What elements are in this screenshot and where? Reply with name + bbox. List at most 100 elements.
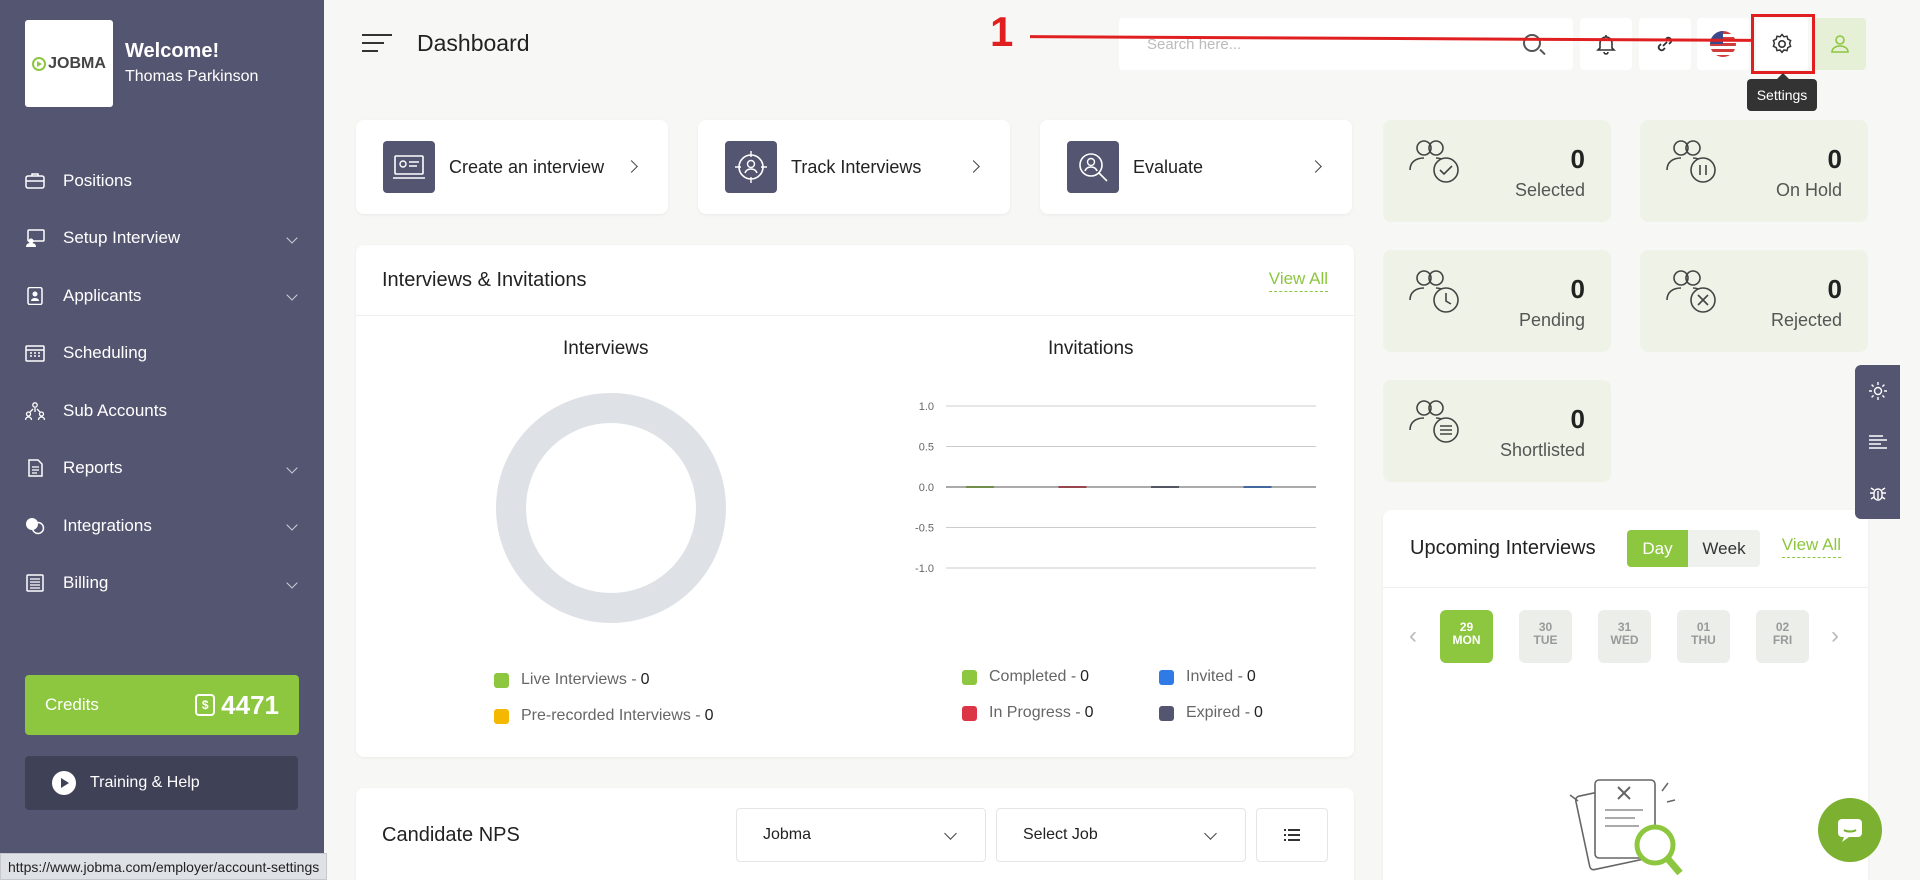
- evaluate-label: Evaluate: [1133, 156, 1204, 177]
- training-help-label: Training & Help: [90, 774, 200, 791]
- link-button[interactable]: [1639, 18, 1691, 70]
- welcome-text: Welcome!: [125, 40, 220, 62]
- legend-prerecorded-interviews: Pre-recorded Interviews - 0: [494, 707, 714, 725]
- annotation-highlight-box: [1751, 14, 1815, 74]
- chevron-down-icon: [1204, 827, 1217, 840]
- report-icon: [28, 459, 43, 477]
- sidebar-item-integrations[interactable]: Integrations: [0, 497, 324, 555]
- date-pill[interactable]: 31 WED: [1598, 610, 1651, 663]
- divider: [356, 315, 1354, 316]
- search-icon[interactable]: [1523, 34, 1541, 52]
- theme-toggle-button[interactable]: [1855, 365, 1900, 416]
- list-icon: [1284, 829, 1300, 841]
- users-pause-icon: [1666, 140, 1716, 183]
- menu-toggle-icon[interactable]: [362, 34, 392, 52]
- chevron-right-icon: [625, 160, 638, 173]
- list-view-button[interactable]: [1256, 808, 1328, 862]
- date-pill[interactable]: 29 MON: [1440, 610, 1493, 663]
- coin-icon: $: [195, 694, 216, 716]
- date-pill[interactable]: 02 FRI: [1756, 610, 1809, 663]
- search-input[interactable]: Search here...: [1119, 18, 1573, 70]
- sidebar-item-setup-interview[interactable]: Setup Interview: [0, 210, 324, 268]
- evaluate-card[interactable]: Evaluate: [1040, 120, 1352, 214]
- chat-button[interactable]: [1818, 798, 1882, 862]
- id-badge-icon: [27, 286, 43, 305]
- chevron-down-icon: [944, 827, 957, 840]
- us-flag-icon: [1710, 31, 1736, 57]
- stat-value: 0: [1570, 144, 1585, 174]
- legend-in-progress: In Progress - 0: [962, 704, 1094, 722]
- sidebar-item-billing[interactable]: Billing: [0, 555, 324, 613]
- chevron-down-icon: [286, 461, 298, 474]
- next-dates-arrow[interactable]: ›: [1831, 622, 1839, 650]
- stat-rejected[interactable]: 0 Rejected: [1640, 250, 1868, 352]
- training-help-button[interactable]: Training & Help: [25, 756, 298, 810]
- stat-label: On Hold: [1775, 180, 1842, 200]
- create-interview-icon: [383, 141, 435, 193]
- play-icon: [52, 771, 76, 795]
- sidebar-item-label: Integrations: [63, 515, 152, 535]
- link-icon: [1657, 36, 1673, 52]
- sidebar-item-applicants[interactable]: Applicants: [0, 267, 324, 325]
- users-clock-icon: [1409, 270, 1459, 313]
- y-tick-label: -1.0: [915, 563, 934, 575]
- sidebar-item-positions[interactable]: Positions: [0, 152, 324, 210]
- sidebar-item-scheduling[interactable]: Scheduling: [0, 325, 324, 383]
- create-interview-card[interactable]: Create an interview: [356, 120, 668, 214]
- sidebar-nav: Positions Setup Interview Applicants Sch…: [0, 152, 324, 612]
- job-select[interactable]: Select Job: [996, 808, 1246, 862]
- notifications-button[interactable]: [1580, 18, 1632, 70]
- user-icon: [1831, 35, 1849, 53]
- bell-icon: [1596, 35, 1616, 55]
- stat-value: 0: [1827, 144, 1842, 174]
- date-pill[interactable]: 30 TUE: [1519, 610, 1572, 663]
- sidebar-item-label: Setup Interview: [63, 228, 181, 248]
- stat-on-hold[interactable]: 0 On Hold: [1640, 120, 1868, 222]
- align-toggle-button[interactable]: [1855, 416, 1900, 467]
- sun-icon: [1868, 381, 1887, 400]
- stat-pending[interactable]: 0 Pending: [1383, 250, 1611, 352]
- company-select[interactable]: Jobma: [736, 808, 986, 862]
- target-user-icon: [725, 141, 777, 193]
- track-interviews-card[interactable]: Track Interviews: [698, 120, 1010, 214]
- interviews-invitations-panel: Interviews & Invitations View All Interv…: [356, 245, 1354, 757]
- floating-toolbar: [1855, 365, 1900, 519]
- stat-value: 0: [1827, 274, 1842, 304]
- search-user-icon: [1067, 141, 1119, 193]
- week-toggle-button[interactable]: Week: [1688, 530, 1760, 567]
- stat-selected[interactable]: 0 Selected: [1383, 120, 1611, 222]
- credits-box[interactable]: Credits $4471: [25, 675, 299, 735]
- stat-label: Rejected: [1770, 310, 1842, 330]
- stat-label: Pending: [1518, 310, 1585, 330]
- y-tick-label: 0.5: [919, 442, 934, 454]
- briefcase-icon: [25, 173, 45, 189]
- day-toggle-button[interactable]: Day: [1627, 530, 1688, 567]
- language-button[interactable]: [1697, 18, 1749, 70]
- bug-report-button[interactable]: [1855, 467, 1900, 518]
- date-pill[interactable]: 01 THU: [1677, 610, 1730, 663]
- align-left-icon: [1868, 434, 1887, 449]
- view-all-link[interactable]: View All: [1268, 269, 1328, 292]
- jobma-logo[interactable]: JOBMA: [25, 20, 113, 107]
- upcoming-title: Upcoming Interviews: [1410, 537, 1596, 559]
- invitations-chart-title: Invitations: [1048, 338, 1134, 359]
- sidebar-item-label: Positions: [63, 170, 132, 190]
- profile-button[interactable]: [1814, 18, 1866, 70]
- chevron-down-icon: [286, 576, 298, 589]
- users-network-icon: [25, 401, 45, 420]
- annotation-number: 1: [990, 8, 1014, 55]
- upcoming-view-all-link[interactable]: View All: [1781, 535, 1841, 558]
- divider: [1383, 587, 1868, 588]
- chevron-right-icon: [1309, 160, 1322, 173]
- sidebar-item-reports[interactable]: Reports: [0, 440, 324, 498]
- legend-completed: Completed - 0: [962, 668, 1089, 686]
- calendar-icon: [25, 345, 45, 362]
- sidebar-item-sub-accounts[interactable]: Sub Accounts: [0, 382, 324, 440]
- prev-dates-arrow[interactable]: ‹: [1409, 622, 1417, 650]
- credits-label: Credits: [45, 695, 99, 714]
- sidebar: JOBMA Welcome! Thomas Parkinson Position…: [0, 0, 324, 880]
- sidebar-item-label: Applicants: [63, 285, 142, 305]
- settings-tooltip: Settings: [1747, 73, 1817, 111]
- y-tick-label: -0.5: [915, 523, 934, 535]
- stat-value: 0: [1570, 274, 1585, 304]
